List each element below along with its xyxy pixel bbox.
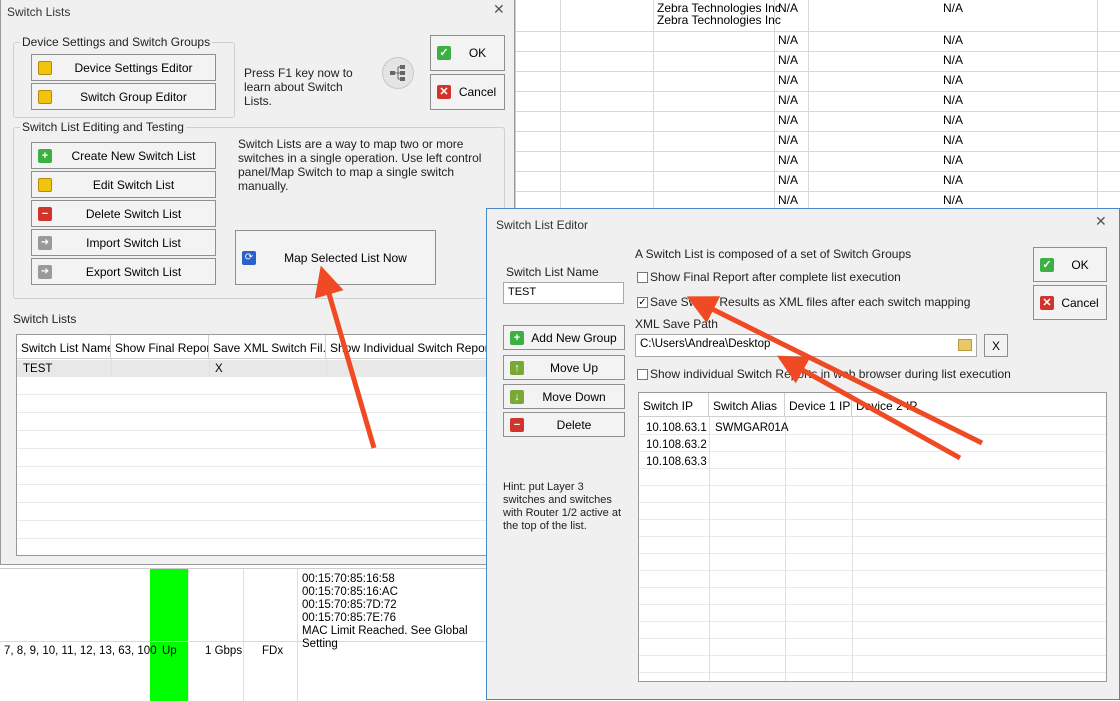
arrow-to-xml-path — [776, 355, 962, 461]
arrow-to-save-xml-option — [686, 296, 984, 446]
arrow-to-map-button — [314, 265, 377, 449]
annotation-arrows — [314, 265, 984, 461]
